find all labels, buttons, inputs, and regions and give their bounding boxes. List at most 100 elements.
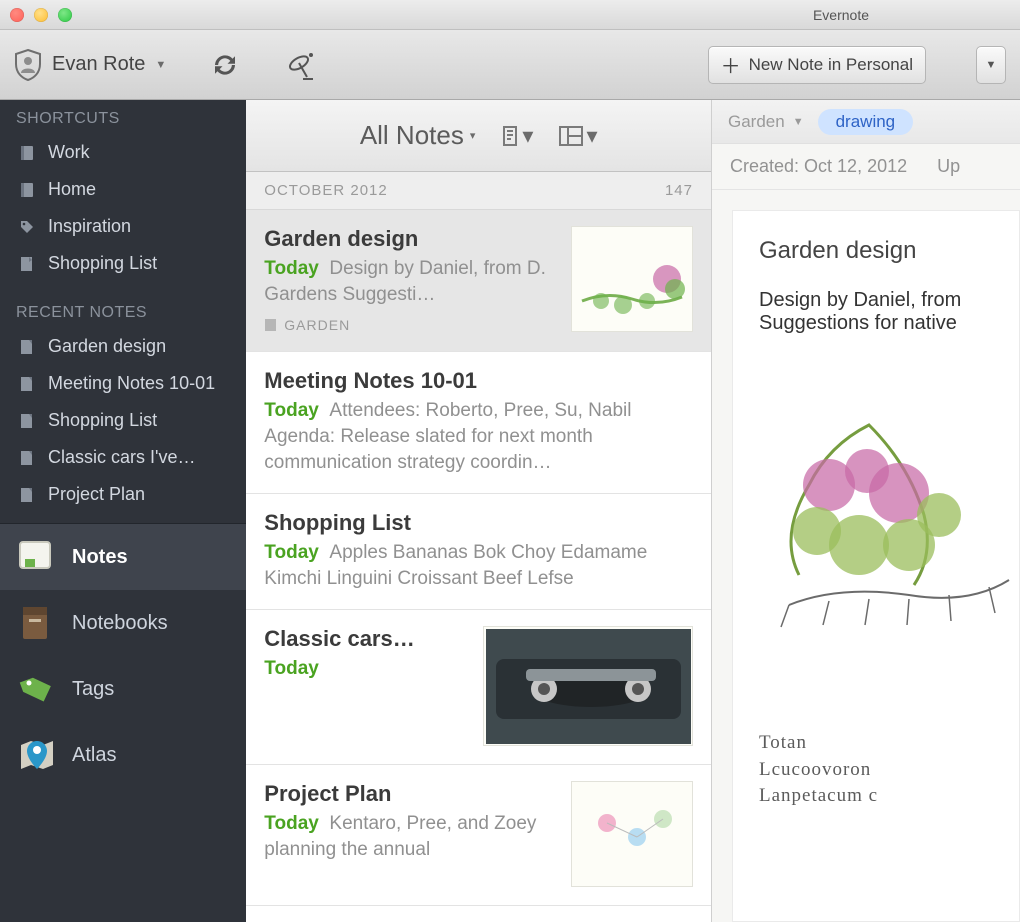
chevron-down-icon: ▾ (586, 123, 597, 149)
note-title: Classic cars… (264, 626, 469, 652)
note-date: Today (264, 658, 319, 679)
recent-note-item[interactable]: Garden design (0, 328, 246, 365)
detail-notebook-name: Garden (728, 112, 785, 132)
note-date: Today (264, 258, 319, 279)
account-name: Evan Rote (52, 53, 145, 76)
note-snippet: Today Apples Bananas Bok Choy Edamame Ki… (264, 540, 693, 591)
tag-icon (18, 218, 36, 236)
chevron-down-icon: ▼ (793, 116, 804, 128)
tags-nav-icon (16, 670, 58, 708)
note-card-shopping-list[interactable]: Shopping List Today Apples Bananas Bok C… (246, 494, 711, 610)
traffic-lights (10, 8, 72, 22)
handwritten-labels: Totan Lcucoovoron Lanpetacum c (759, 730, 1019, 810)
recent-note-label: Project Plan (48, 484, 145, 505)
zoom-window-button[interactable] (58, 8, 72, 22)
note-thumbnail (483, 626, 693, 746)
nav-notebooks[interactable]: Notebooks (0, 590, 246, 656)
recent-notes-header: RECENT NOTES (0, 294, 246, 328)
note-list-scroll[interactable]: Garden design Today Design by Daniel, fr… (246, 210, 711, 922)
recent-note-item[interactable]: Meeting Notes 10-01 (0, 365, 246, 402)
sort-button[interactable]: ▾ (501, 123, 533, 149)
nav-notes[interactable]: Notes (0, 524, 246, 590)
detail-toolbar: Garden ▼ drawing (712, 100, 1020, 144)
recent-note-label: Classic cars I've… (48, 447, 195, 468)
shortcut-work[interactable]: Work (0, 134, 246, 171)
recent-note-item[interactable]: Project Plan (0, 476, 246, 513)
shortcut-home[interactable]: Home (0, 171, 246, 208)
note-icon (18, 486, 36, 504)
note-card-classic-cars[interactable]: Classic cars… Today (246, 610, 711, 765)
note-thumbnail (571, 781, 693, 887)
note-snippet: Today (264, 656, 469, 682)
shortcut-label: Shopping List (48, 253, 157, 274)
month-count: 147 (665, 182, 693, 199)
satellite-icon (285, 49, 317, 81)
close-window-button[interactable] (10, 8, 24, 22)
note-title: Shopping List (264, 510, 693, 536)
recent-note-label: Meeting Notes 10-01 (48, 373, 215, 394)
detail-notebook-dropdown[interactable]: Garden ▼ (728, 112, 804, 132)
shortcut-label: Inspiration (48, 216, 131, 237)
view-mode-button[interactable]: ▾ (559, 123, 597, 149)
note-icon (18, 255, 36, 273)
note-snippet: Today Attendees: Roberto, Pree, Su, Nabi… (264, 398, 693, 475)
nav-label: Notebooks (72, 612, 168, 635)
note-detail-pane: Garden ▼ drawing Created: Oct 12, 2012 U… (712, 100, 1020, 922)
recent-note-item[interactable]: Classic cars I've… (0, 439, 246, 476)
detail-meta-bar: Created: Oct 12, 2012 Up (712, 144, 1020, 190)
detail-created-label: Created: Oct 12, 2012 (730, 156, 907, 176)
recent-note-label: Garden design (48, 336, 166, 357)
app-title: Evernote (372, 7, 1020, 23)
note-title: Garden design (264, 226, 557, 252)
new-note-dropdown-button[interactable]: ▼ (976, 46, 1006, 84)
note-snippet: Today Kentaro, Pree, and Zoey planning t… (264, 811, 557, 862)
notes-filter-label: All Notes (360, 120, 464, 151)
account-menu-button[interactable]: Evan Rote ▼ (14, 49, 166, 81)
note-tag-chip[interactable]: GARDEN (264, 317, 557, 333)
shortcut-inspiration[interactable]: Inspiration (0, 208, 246, 245)
nav-label: Notes (72, 546, 128, 569)
notes-filter-dropdown[interactable]: All Notes ▾ (360, 120, 476, 151)
recent-note-item[interactable]: Shopping List (0, 402, 246, 439)
new-note-label: New Note in Personal (749, 55, 913, 75)
note-icon (18, 375, 36, 393)
toolbar: Evan Rote ▼ ＋ New Note in Personal ▼ (0, 30, 1020, 100)
plus-icon: ＋ (721, 50, 741, 79)
window-titlebar: Evernote (0, 0, 1020, 30)
minimize-window-button[interactable] (34, 8, 48, 22)
nav-tags[interactable]: Tags (0, 656, 246, 722)
note-icon (18, 449, 36, 467)
account-shield-icon (14, 49, 42, 81)
detail-updated-label: Up (937, 156, 960, 176)
activity-button[interactable] (284, 48, 318, 82)
atlas-nav-icon (16, 736, 58, 774)
shortcut-shopping-list[interactable]: Shopping List (0, 245, 246, 282)
notes-nav-icon (16, 538, 58, 576)
shortcut-label: Work (48, 142, 90, 163)
sort-icon (501, 125, 519, 147)
detail-note-text: Design by Daniel, from Suggestions for n… (759, 289, 1019, 335)
detail-tag-pill[interactable]: drawing (818, 109, 914, 135)
note-card-project-plan[interactable]: Project Plan Today Kentaro, Pree, and Zo… (246, 765, 711, 906)
chevron-down-icon: ▼ (155, 59, 166, 71)
note-icon (18, 412, 36, 430)
chevron-down-icon: ▾ (470, 129, 476, 142)
note-list-pane: All Notes ▾ ▾ ▾ OCTOBER 2012 147 (246, 100, 712, 922)
chevron-down-icon: ▼ (986, 59, 997, 71)
note-title: Project Plan (264, 781, 557, 807)
note-date: Today (264, 813, 319, 834)
sync-button[interactable] (208, 48, 242, 82)
month-label: OCTOBER 2012 (264, 182, 387, 199)
sync-icon (210, 50, 240, 80)
notebook-icon (18, 181, 36, 199)
note-card-garden-design[interactable]: Garden design Today Design by Daniel, fr… (246, 210, 711, 352)
note-detail-body[interactable]: Garden design Design by Daniel, from Sug… (732, 210, 1020, 922)
new-note-button[interactable]: ＋ New Note in Personal (708, 46, 926, 84)
nav-atlas[interactable]: Atlas (0, 722, 246, 788)
note-snippet: Today Design by Daniel, from D. Gardens … (264, 256, 557, 307)
note-date: Today (264, 400, 319, 421)
nav-label: Atlas (72, 744, 116, 767)
view-grid-icon (559, 126, 583, 146)
note-card-meeting-notes[interactable]: Meeting Notes 10-01 Today Attendees: Rob… (246, 352, 711, 494)
notebook-icon (18, 144, 36, 162)
